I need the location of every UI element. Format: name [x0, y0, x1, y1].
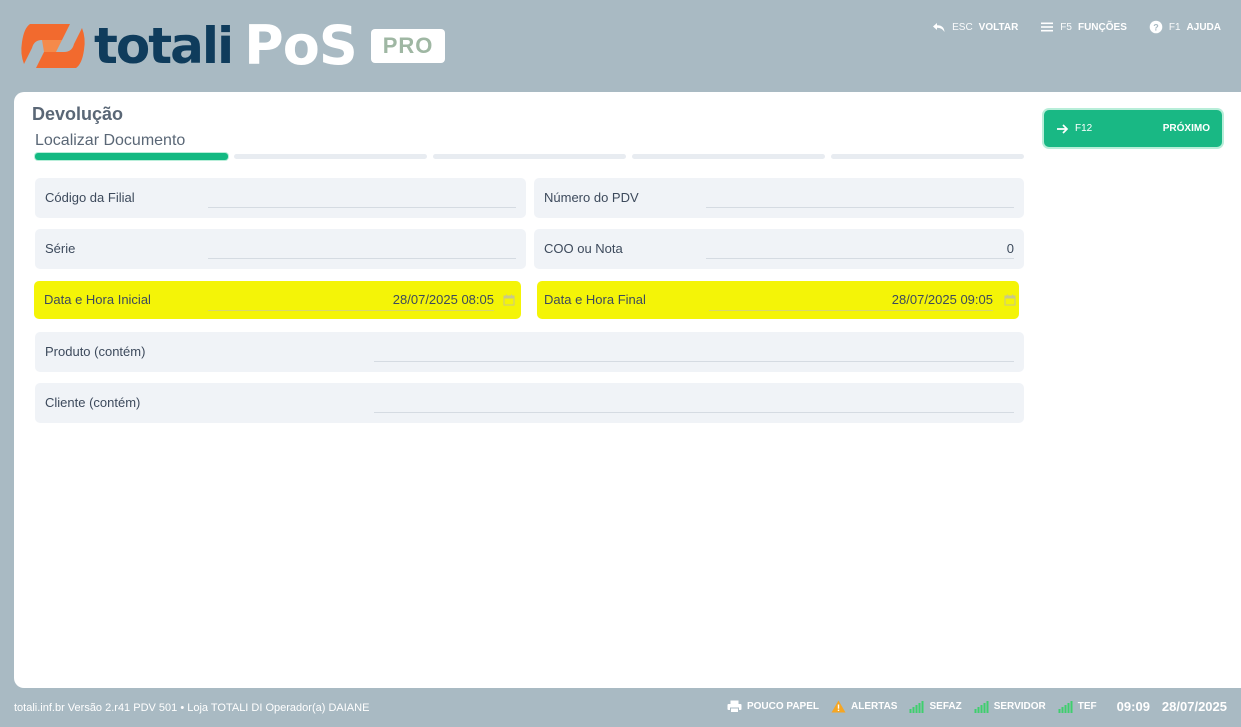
- footer-info: totali.inf.br Versão 2.r41 PDV 501 • Loj…: [14, 702, 370, 714]
- clock-time: 09:09: [1116, 699, 1150, 714]
- next-button[interactable]: F12 PRÓXIMO: [1044, 110, 1222, 147]
- data-inicial-value: 28/07/2025 08:05: [392, 292, 494, 307]
- step-1: [35, 153, 228, 160]
- data-inicial-field[interactable]: Data e Hora Inicial 28/07/2025 08:05: [34, 281, 521, 319]
- totali-pos-logo: totali PoS PRO: [16, 14, 446, 77]
- field-underline: [706, 207, 1014, 208]
- cliente-label: Cliente (contém): [45, 395, 141, 410]
- help-label: AJUDA: [1186, 21, 1221, 33]
- page-title: Devolução: [32, 104, 124, 124]
- codigo-filial-label: Código da Filial: [45, 190, 135, 205]
- app-header: totali PoS PRO ESC VOLTAR F5 FUNÇÕES ? F…: [0, 0, 1241, 92]
- step-3: [433, 154, 626, 159]
- status-alerts-label: ALERTAS: [851, 701, 898, 712]
- status-bar: totali.inf.br Versão 2.r41 PDV 501 • Loj…: [0, 688, 1241, 727]
- step-2: [234, 154, 427, 159]
- status-servidor-label: SERVIDOR: [993, 701, 1046, 712]
- undo-icon: [933, 23, 945, 32]
- data-final-field[interactable]: Data e Hora Final 28/07/2025 09:05: [537, 281, 1019, 319]
- codigo-filial-field[interactable]: Código da Filial: [35, 178, 526, 218]
- top-actions: ESC VOLTAR F5 FUNÇÕES ? F1 AJUDA: [932, 20, 1221, 34]
- brand-totali: totali: [94, 17, 234, 75]
- status-sefaz[interactable]: SEFAZ: [909, 700, 962, 713]
- next-key: F12: [1075, 123, 1093, 134]
- calendar-icon[interactable]: [1004, 294, 1016, 306]
- brand-pro-badge: PRO: [370, 29, 446, 63]
- signal-icon: [974, 701, 989, 713]
- status-servidor[interactable]: SERVIDOR: [974, 700, 1046, 713]
- serie-field[interactable]: Série: [35, 229, 526, 269]
- field-underline: [374, 412, 1014, 413]
- step-progress: [35, 153, 1024, 161]
- functions-button[interactable]: F5 FUNÇÕES: [1040, 20, 1127, 34]
- clock-date: 28/07/2025: [1161, 699, 1227, 714]
- coo-nota-label: COO ou Nota: [544, 241, 623, 256]
- next-label: PRÓXIMO: [1162, 123, 1210, 134]
- signal-icon: [1058, 701, 1073, 713]
- functions-label: FUNÇÕES: [1077, 21, 1127, 33]
- cliente-field[interactable]: Cliente (contém): [35, 383, 1024, 423]
- numero-pdv-field[interactable]: Número do PDV: [534, 178, 1024, 218]
- field-underline: [709, 310, 993, 311]
- help-button[interactable]: ? F1 AJUDA: [1149, 20, 1221, 34]
- step-5: [831, 154, 1024, 159]
- data-final-label: Data e Hora Final: [544, 292, 646, 307]
- produto-field[interactable]: Produto (contém): [35, 332, 1024, 372]
- field-underline: [208, 207, 516, 208]
- field-underline: [208, 258, 516, 259]
- coo-nota-value: 0: [1006, 241, 1014, 256]
- step-4: [632, 154, 825, 159]
- status-indicators: POUCO PAPEL ALERTAS SEFAZ SERVIDOR TEF 0…: [727, 699, 1227, 714]
- signal-icon: [909, 701, 924, 713]
- brand-pos: PoS: [244, 14, 358, 77]
- menu-icon: [1041, 22, 1054, 32]
- totali-logo-mark-icon: [21, 24, 85, 68]
- help-icon: ?: [1149, 20, 1163, 34]
- step-label: Localizar Documento: [35, 132, 186, 149]
- status-paper-label: POUCO PAPEL: [746, 701, 819, 712]
- produto-label: Produto (contém): [45, 344, 146, 359]
- arrow-right-icon: [1057, 123, 1069, 134]
- calendar-icon[interactable]: [503, 294, 515, 306]
- status-sefaz-label: SEFAZ: [929, 701, 962, 712]
- back-label: VOLTAR: [978, 21, 1019, 33]
- back-key: ESC: [952, 21, 973, 33]
- field-underline: [374, 361, 1014, 362]
- status-tef-label: TEF: [1077, 701, 1097, 712]
- functions-key: F5: [1060, 21, 1072, 33]
- printer-icon: [727, 700, 742, 713]
- field-underline: [208, 310, 494, 311]
- serie-label: Série: [45, 241, 76, 256]
- status-tef[interactable]: TEF: [1058, 700, 1097, 713]
- main-panel: Devolução Localizar Documento F12 PRÓXIM…: [14, 92, 1241, 688]
- status-alerts[interactable]: ALERTAS: [831, 700, 897, 713]
- coo-nota-field[interactable]: COO ou Nota 0: [534, 229, 1024, 269]
- help-key: F1: [1168, 21, 1181, 33]
- field-underline: [706, 258, 1014, 259]
- numero-pdv-label: Número do PDV: [544, 190, 639, 205]
- back-button[interactable]: ESC VOLTAR: [932, 20, 1018, 34]
- warning-icon: [831, 700, 846, 713]
- svg-text:?: ?: [1153, 22, 1159, 32]
- status-paper[interactable]: POUCO PAPEL: [727, 700, 819, 713]
- data-inicial-label: Data e Hora Inicial: [44, 292, 151, 307]
- data-final-value: 28/07/2025 09:05: [891, 292, 993, 307]
